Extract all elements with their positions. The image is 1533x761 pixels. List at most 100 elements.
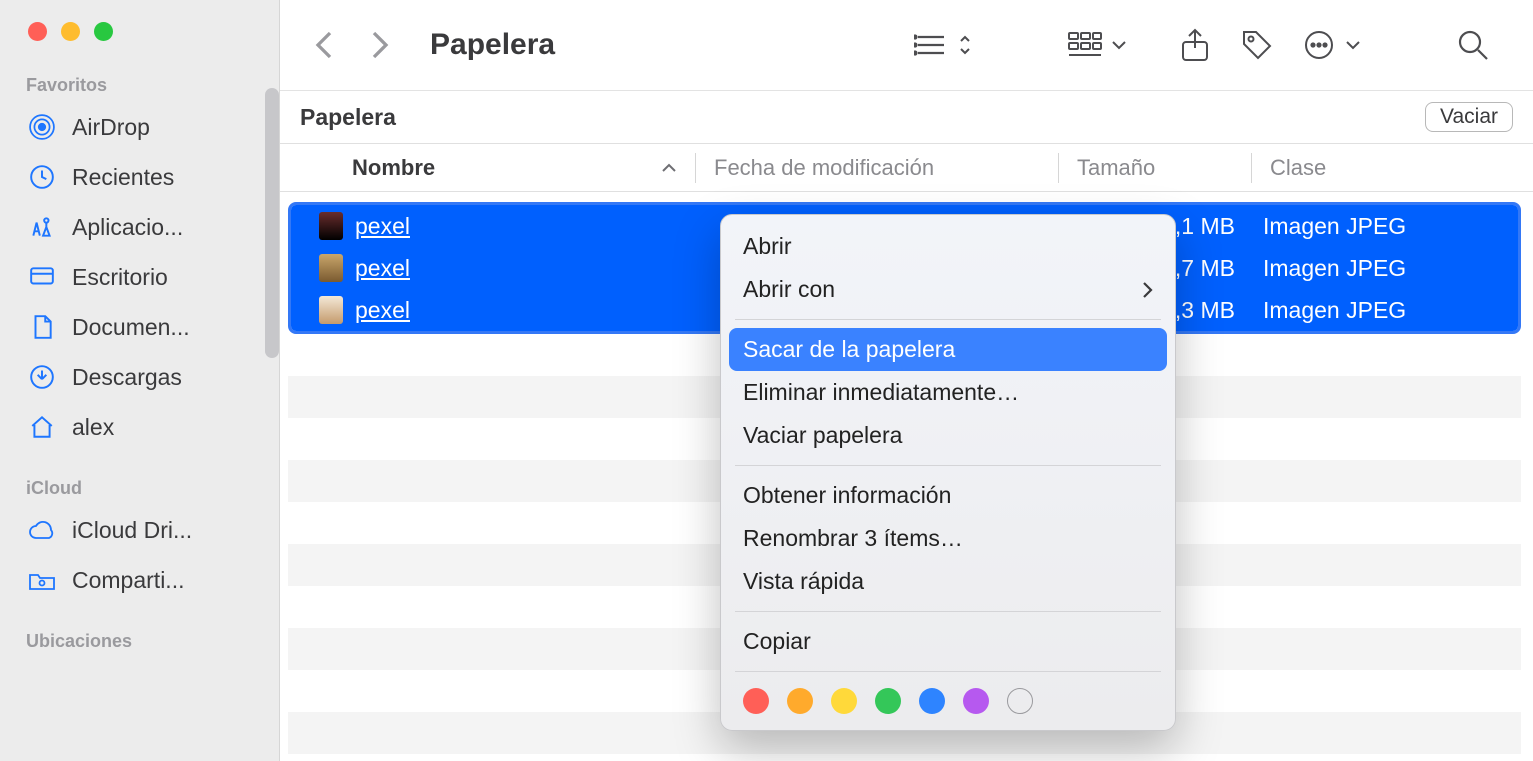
sort-ascending-icon bbox=[661, 162, 677, 174]
chevron-down-icon bbox=[1109, 25, 1129, 65]
minimize-window-button[interactable] bbox=[61, 22, 80, 41]
close-window-button[interactable] bbox=[28, 22, 47, 41]
column-header-date[interactable]: Fecha de modificación bbox=[696, 155, 1058, 181]
chevron-down-icon bbox=[1343, 25, 1363, 65]
file-kind: Imagen JPEG bbox=[1249, 213, 1518, 240]
file-name: pexel bbox=[355, 213, 695, 240]
menu-item-rename[interactable]: Renombrar 3 ítems… bbox=[721, 517, 1175, 560]
menu-label: Abrir con bbox=[743, 276, 835, 303]
tag-color-red[interactable] bbox=[743, 688, 769, 714]
shared-folder-icon bbox=[28, 566, 56, 594]
sidebar: Favoritos AirDrop Recientes Aplicacio...… bbox=[0, 0, 280, 761]
file-kind: Imagen JPEG bbox=[1249, 297, 1518, 324]
column-header-kind[interactable]: Clase bbox=[1252, 155, 1533, 181]
menu-label: Copiar bbox=[743, 628, 811, 655]
download-icon bbox=[28, 363, 56, 391]
column-header-size[interactable]: Tamaño bbox=[1059, 155, 1251, 181]
tag-color-green[interactable] bbox=[875, 688, 901, 714]
sidebar-item-label: alex bbox=[72, 414, 261, 441]
menu-item-delete-immediately[interactable]: Eliminar inmediatamente… bbox=[721, 371, 1175, 414]
menu-item-quick-look[interactable]: Vista rápida bbox=[721, 560, 1175, 603]
sidebar-item-downloads[interactable]: Descargas bbox=[0, 352, 279, 402]
forward-button[interactable] bbox=[362, 27, 398, 63]
empty-trash-button[interactable]: Vaciar bbox=[1425, 102, 1513, 132]
clock-icon bbox=[28, 163, 56, 191]
menu-label: Vaciar papelera bbox=[743, 422, 902, 449]
tag-color-purple[interactable] bbox=[963, 688, 989, 714]
sidebar-section-title: iCloud bbox=[0, 478, 279, 505]
tags-button[interactable] bbox=[1237, 25, 1277, 65]
group-by-button[interactable] bbox=[1065, 25, 1129, 65]
column-headers: Nombre Fecha de modificación Tamaño Clas… bbox=[280, 144, 1533, 192]
column-header-name[interactable]: Nombre bbox=[280, 155, 695, 181]
search-button[interactable] bbox=[1453, 25, 1493, 65]
sidebar-item-label: Recientes bbox=[72, 164, 261, 191]
location-name: Papelera bbox=[300, 104, 396, 131]
cloud-icon bbox=[28, 516, 56, 544]
sidebar-item-icloud-drive[interactable]: iCloud Dri... bbox=[0, 505, 279, 555]
home-icon bbox=[28, 413, 56, 441]
sidebar-item-desktop[interactable]: Escritorio bbox=[0, 252, 279, 302]
sidebar-item-airdrop[interactable]: AirDrop bbox=[0, 102, 279, 152]
menu-label: Abrir bbox=[743, 233, 792, 260]
airdrop-icon bbox=[28, 113, 56, 141]
sidebar-item-label: Descargas bbox=[72, 364, 261, 391]
menu-label: Eliminar inmediatamente… bbox=[743, 379, 1019, 406]
menu-label: Renombrar 3 ítems… bbox=[743, 525, 963, 552]
menu-label: Sacar de la papelera bbox=[743, 336, 955, 363]
maximize-window-button[interactable] bbox=[94, 22, 113, 41]
tag-color-row bbox=[721, 680, 1175, 714]
sidebar-item-label: AirDrop bbox=[72, 114, 261, 141]
menu-separator bbox=[735, 671, 1161, 672]
sidebar-item-label: Aplicacio... bbox=[72, 214, 261, 241]
grid-icon bbox=[1065, 25, 1105, 65]
view-mode-button[interactable] bbox=[911, 25, 975, 65]
desktop-icon bbox=[28, 263, 56, 291]
ellipsis-circle-icon bbox=[1299, 25, 1339, 65]
back-button[interactable] bbox=[306, 27, 342, 63]
sidebar-item-label: iCloud Dri... bbox=[72, 517, 261, 544]
sidebar-scrollbar[interactable] bbox=[265, 88, 279, 358]
menu-item-open-with[interactable]: Abrir con bbox=[721, 268, 1175, 311]
applications-icon bbox=[28, 213, 56, 241]
menu-label: Obtener información bbox=[743, 482, 951, 509]
chevron-right-icon bbox=[1141, 281, 1153, 299]
tag-color-blue[interactable] bbox=[919, 688, 945, 714]
sidebar-item-shared[interactable]: Comparti... bbox=[0, 555, 279, 605]
menu-item-copy[interactable]: Copiar bbox=[721, 620, 1175, 663]
sidebar-section-title: Favoritos bbox=[0, 75, 279, 102]
window-title: Papelera bbox=[430, 28, 555, 62]
menu-item-put-back[interactable]: Sacar de la papelera bbox=[729, 328, 1167, 371]
tag-color-yellow[interactable] bbox=[831, 688, 857, 714]
file-thumbnail-icon bbox=[319, 296, 343, 324]
sidebar-item-home[interactable]: alex bbox=[0, 402, 279, 452]
column-label: Nombre bbox=[352, 155, 435, 181]
file-name: pexel bbox=[355, 255, 695, 282]
sidebar-item-label: Documen... bbox=[72, 314, 261, 341]
actions-button[interactable] bbox=[1299, 25, 1363, 65]
sidebar-section-title: Ubicaciones bbox=[0, 631, 279, 658]
sidebar-item-label: Comparti... bbox=[72, 567, 261, 594]
menu-separator bbox=[735, 319, 1161, 320]
file-name: pexel bbox=[355, 297, 695, 324]
menu-item-get-info[interactable]: Obtener información bbox=[721, 474, 1175, 517]
context-menu: Abrir Abrir con Sacar de la papelera Eli… bbox=[720, 214, 1176, 731]
sidebar-section-icloud: iCloud iCloud Dri... Comparti... bbox=[0, 478, 279, 605]
menu-label: Vista rápida bbox=[743, 568, 864, 595]
menu-separator bbox=[735, 465, 1161, 466]
list-view-icon bbox=[911, 25, 951, 65]
sidebar-item-applications[interactable]: Aplicacio... bbox=[0, 202, 279, 252]
menu-item-empty-trash[interactable]: Vaciar papelera bbox=[721, 414, 1175, 457]
sidebar-section-favorites: Favoritos AirDrop Recientes Aplicacio...… bbox=[0, 75, 279, 452]
menu-item-open[interactable]: Abrir bbox=[721, 225, 1175, 268]
window-controls bbox=[0, 22, 279, 41]
main-area: Papelera Papelera Vaciar Nombre Fecha de… bbox=[280, 0, 1533, 761]
file-thumbnail-icon bbox=[319, 212, 343, 240]
tag-color-orange[interactable] bbox=[787, 688, 813, 714]
sidebar-item-documents[interactable]: Documen... bbox=[0, 302, 279, 352]
file-thumbnail-icon bbox=[319, 254, 343, 282]
share-button[interactable] bbox=[1175, 25, 1215, 65]
file-kind: Imagen JPEG bbox=[1249, 255, 1518, 282]
tag-color-none[interactable] bbox=[1007, 688, 1033, 714]
sidebar-item-recents[interactable]: Recientes bbox=[0, 152, 279, 202]
